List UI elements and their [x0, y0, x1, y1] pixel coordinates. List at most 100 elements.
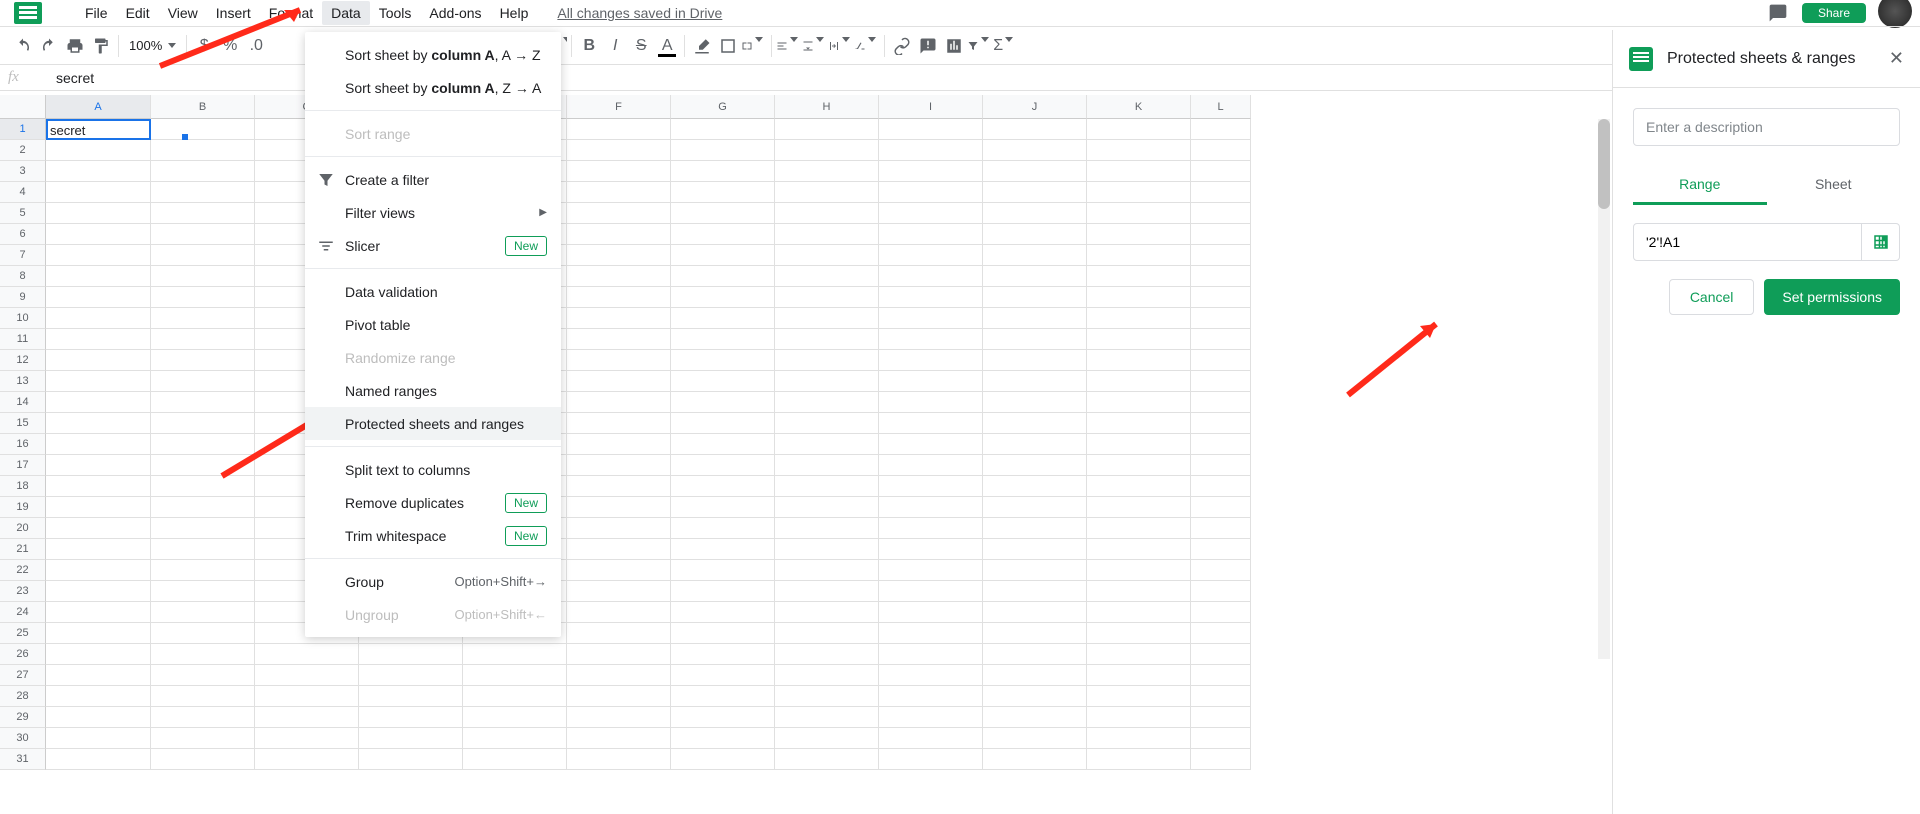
cell-J4[interactable] [983, 182, 1087, 203]
cell-J5[interactable] [983, 203, 1087, 224]
menu-edit[interactable]: Edit [117, 1, 159, 25]
menu-item-trim-whitespace[interactable]: Trim whitespaceNew [305, 519, 561, 552]
cell-F13[interactable] [567, 371, 671, 392]
cell-G7[interactable] [671, 245, 775, 266]
cell-C30[interactable] [255, 728, 359, 749]
print-button[interactable] [62, 33, 88, 59]
cell-B14[interactable] [151, 392, 255, 413]
select-all-corner[interactable] [0, 95, 46, 119]
share-button[interactable]: Share [1802, 3, 1866, 23]
cell-B28[interactable] [151, 686, 255, 707]
cell-H3[interactable] [775, 161, 879, 182]
strikethrough-button[interactable]: S [628, 33, 654, 59]
cell-L11[interactable] [1191, 329, 1251, 350]
cell-I10[interactable] [879, 308, 983, 329]
filter-toolbar-button[interactable] [967, 33, 993, 59]
cell-H23[interactable] [775, 581, 879, 602]
cell-J25[interactable] [983, 623, 1087, 644]
cell-H30[interactable] [775, 728, 879, 749]
cell-H27[interactable] [775, 665, 879, 686]
cell-L29[interactable] [1191, 707, 1251, 728]
cell-F4[interactable] [567, 182, 671, 203]
cell-H9[interactable] [775, 287, 879, 308]
cell-I22[interactable] [879, 560, 983, 581]
cell-F6[interactable] [567, 224, 671, 245]
cell-J11[interactable] [983, 329, 1087, 350]
row-header-12[interactable]: 12 [0, 350, 46, 371]
menu-item-remove-duplicates[interactable]: Remove duplicatesNew [305, 486, 561, 519]
cell-L30[interactable] [1191, 728, 1251, 749]
cell-C28[interactable] [255, 686, 359, 707]
cell-G17[interactable] [671, 455, 775, 476]
row-header-5[interactable]: 5 [0, 203, 46, 224]
cell-I16[interactable] [879, 434, 983, 455]
paint-format-button[interactable] [88, 33, 114, 59]
cell-F5[interactable] [567, 203, 671, 224]
cell-G11[interactable] [671, 329, 775, 350]
cell-G29[interactable] [671, 707, 775, 728]
cell-I3[interactable] [879, 161, 983, 182]
cell-L9[interactable] [1191, 287, 1251, 308]
cell-B19[interactable] [151, 497, 255, 518]
cell-G22[interactable] [671, 560, 775, 581]
cell-A16[interactable] [46, 434, 151, 455]
cell-I12[interactable] [879, 350, 983, 371]
cell-B22[interactable] [151, 560, 255, 581]
menu-item-slicer[interactable]: SlicerNew [305, 229, 561, 262]
cell-F30[interactable] [567, 728, 671, 749]
cell-J7[interactable] [983, 245, 1087, 266]
row-header-21[interactable]: 21 [0, 539, 46, 560]
cell-A17[interactable] [46, 455, 151, 476]
cell-F21[interactable] [567, 539, 671, 560]
cell-J29[interactable] [983, 707, 1087, 728]
cell-F29[interactable] [567, 707, 671, 728]
cell-L2[interactable] [1191, 140, 1251, 161]
cell-I21[interactable] [879, 539, 983, 560]
cell-H16[interactable] [775, 434, 879, 455]
row-header-4[interactable]: 4 [0, 182, 46, 203]
row-header-2[interactable]: 2 [0, 140, 46, 161]
cell-J17[interactable] [983, 455, 1087, 476]
cell-L20[interactable] [1191, 518, 1251, 539]
cell-A10[interactable] [46, 308, 151, 329]
vertical-scrollbar[interactable] [1598, 119, 1610, 659]
text-wrap-button[interactable] [828, 33, 854, 59]
row-header-19[interactable]: 19 [0, 497, 46, 518]
row-header-26[interactable]: 26 [0, 644, 46, 665]
cell-I29[interactable] [879, 707, 983, 728]
cell-F16[interactable] [567, 434, 671, 455]
cell-F25[interactable] [567, 623, 671, 644]
rotate-button[interactable] [854, 33, 880, 59]
cell-H7[interactable] [775, 245, 879, 266]
cell-L12[interactable] [1191, 350, 1251, 371]
cell-L1[interactable] [1191, 119, 1251, 140]
cell-G4[interactable] [671, 182, 775, 203]
menu-item-sort-sheet-by-column-a-a-z[interactable]: Sort sheet by column A, A → Z [305, 38, 561, 71]
cell-K7[interactable] [1087, 245, 1191, 266]
cell-K9[interactable] [1087, 287, 1191, 308]
row-header-22[interactable]: 22 [0, 560, 46, 581]
v-align-button[interactable] [802, 33, 828, 59]
format-currency-button[interactable]: $ [191, 33, 217, 59]
cell-L19[interactable] [1191, 497, 1251, 518]
cell-A5[interactable] [46, 203, 151, 224]
cell-J16[interactable] [983, 434, 1087, 455]
cell-B21[interactable] [151, 539, 255, 560]
cell-B3[interactable] [151, 161, 255, 182]
cell-D30[interactable] [359, 728, 463, 749]
cell-B17[interactable] [151, 455, 255, 476]
cell-A15[interactable] [46, 413, 151, 434]
cell-B18[interactable] [151, 476, 255, 497]
cell-E29[interactable] [463, 707, 567, 728]
cell-A25[interactable] [46, 623, 151, 644]
row-header-30[interactable]: 30 [0, 728, 46, 749]
cell-I17[interactable] [879, 455, 983, 476]
cell-A11[interactable] [46, 329, 151, 350]
cell-K22[interactable] [1087, 560, 1191, 581]
menu-file[interactable]: File [76, 1, 117, 25]
cell-K25[interactable] [1087, 623, 1191, 644]
redo-button[interactable] [36, 33, 62, 59]
cell-I5[interactable] [879, 203, 983, 224]
cell-F1[interactable] [567, 119, 671, 140]
row-header-8[interactable]: 8 [0, 266, 46, 287]
